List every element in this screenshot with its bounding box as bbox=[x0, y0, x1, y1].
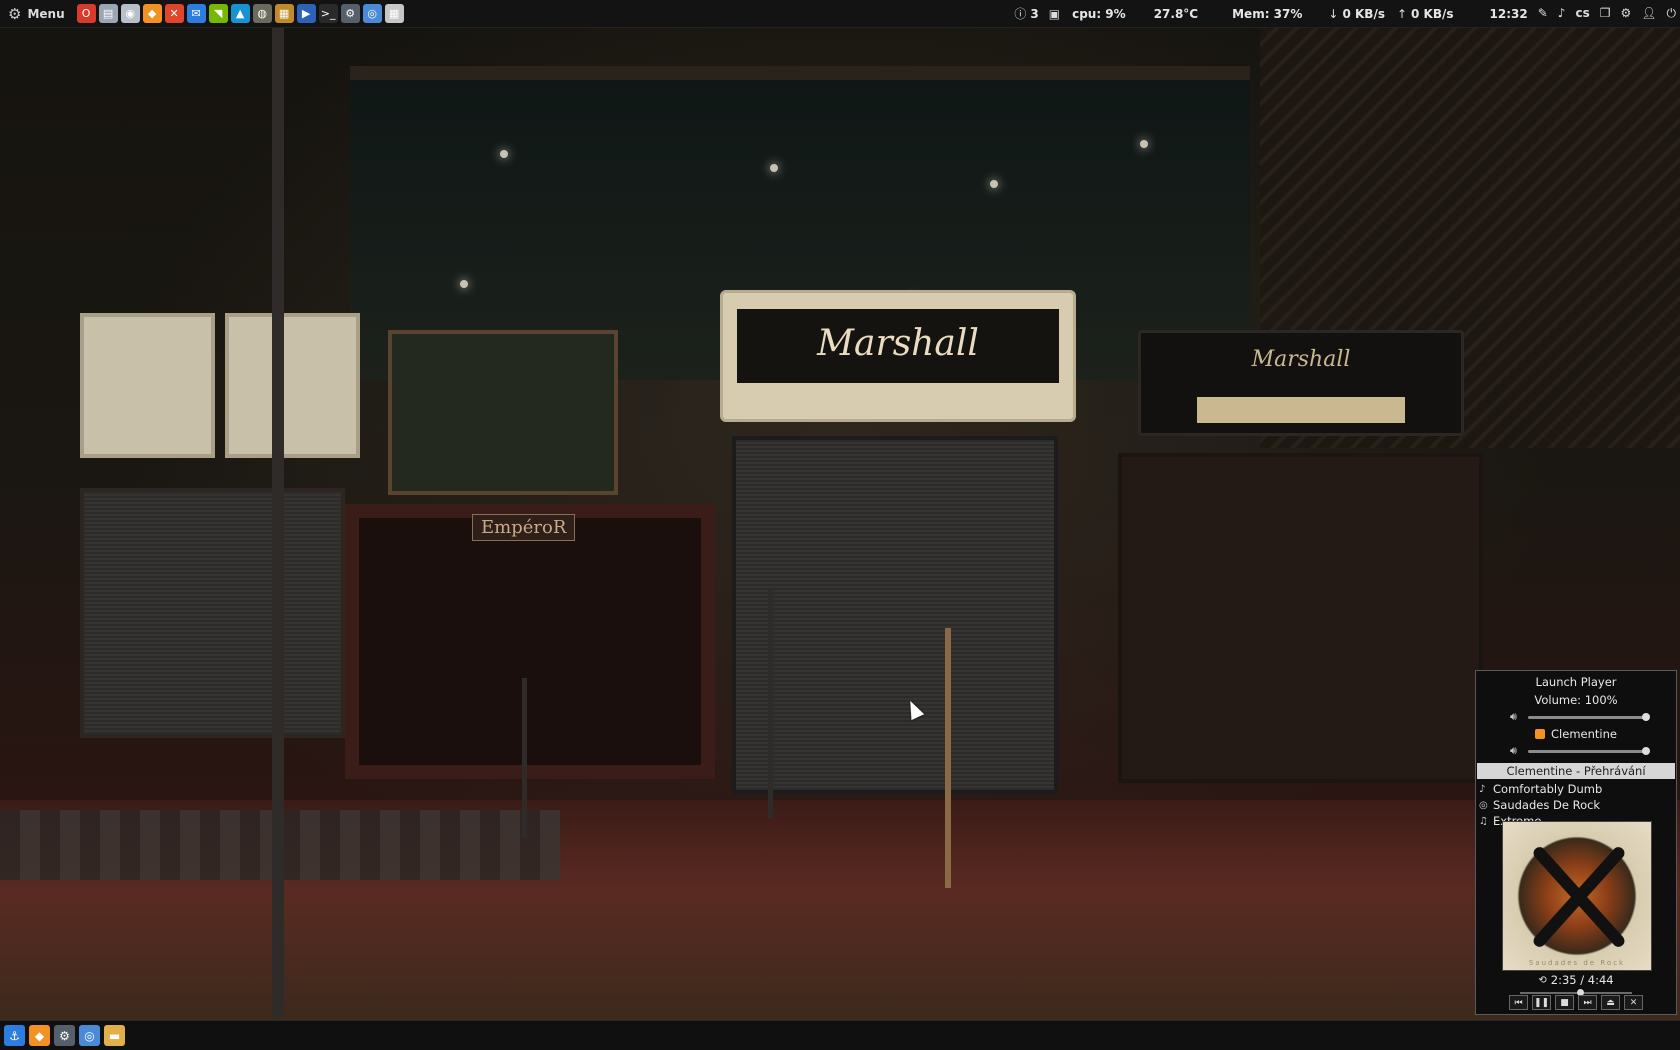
temperature-monitor: 27.8°C bbox=[1153, 6, 1199, 21]
disc-icon: ◎ bbox=[1479, 799, 1488, 811]
time-row: ⟲ 2:35 / 4:44 bbox=[1476, 973, 1676, 987]
track-title: Comfortably Dumb bbox=[1493, 782, 1603, 796]
folder-icon[interactable]: ▬ bbox=[104, 1025, 125, 1046]
pause-button[interactable]: ❚❚ bbox=[1532, 995, 1551, 1010]
close-button[interactable]: ✕ bbox=[1624, 995, 1643, 1010]
ccleaner-icon[interactable]: ✕ bbox=[164, 4, 184, 23]
clock[interactable]: 12:32 bbox=[1490, 7, 1528, 21]
small-amp bbox=[225, 313, 360, 458]
file-manager-icon[interactable]: ▤ bbox=[98, 4, 118, 23]
network-up: ↑ 0 KB/s bbox=[1396, 6, 1454, 21]
settings-icon[interactable]: ⚙ bbox=[340, 4, 360, 23]
eject-button[interactable]: ⏏ bbox=[1601, 995, 1620, 1010]
master-volume-slider[interactable]: 🔊︎ bbox=[1476, 709, 1676, 725]
clipboard-icon: ▣ bbox=[1048, 6, 1061, 21]
media-icon[interactable]: ▦ bbox=[274, 4, 294, 23]
green-amp bbox=[388, 330, 618, 495]
track-title-row: ♪ Comfortably Dumb bbox=[1476, 781, 1676, 797]
playback-time: 2:35 / 4:44 bbox=[1550, 973, 1614, 987]
launcher-bar: O ▤ ◉ ◆ ✕ ✉ ◥ ▲ ◍ ▦ ▶ >_ ⚙ ◎ ▦ bbox=[76, 4, 404, 23]
gear-icon: ⚙ bbox=[8, 4, 22, 23]
user-icon[interactable]: 👤︎ bbox=[1641, 6, 1656, 21]
now-playing-header: Clementine - Přehrávání bbox=[1477, 763, 1675, 779]
marshall-cabinet bbox=[1118, 453, 1483, 783]
playback-controls: ⏮ ❚❚ ■ ⏭ ⏏ ✕ bbox=[1476, 995, 1676, 1010]
nvidia-icon[interactable]: ◥ bbox=[208, 4, 228, 23]
speaker-icon: 🔊︎ bbox=[1510, 710, 1517, 723]
gear-icon[interactable]: ⚙ bbox=[1621, 6, 1632, 21]
next-button[interactable]: ⏭ bbox=[1578, 995, 1597, 1010]
arch-icon[interactable]: ▲ bbox=[230, 4, 250, 23]
marshall-head-cream: Marshall bbox=[720, 290, 1076, 422]
tray-icons: ✎ ♪ cs ❐ ⚙ 👤︎ ⏻ bbox=[1538, 6, 1676, 21]
anchor-icon[interactable]: ⚓ bbox=[4, 1025, 25, 1046]
clementine-icon[interactable]: ◆ bbox=[142, 4, 162, 23]
pidgin-icon[interactable]: ◉ bbox=[120, 4, 140, 23]
clementine-icon bbox=[1535, 729, 1546, 739]
repeat-icon: ⟲ bbox=[1538, 974, 1547, 986]
network-down: ↓ 0 KB/s bbox=[1328, 6, 1385, 21]
menu-label: Menu bbox=[27, 6, 65, 21]
marshall-logo: Marshall bbox=[817, 323, 979, 364]
notifications[interactable]: ⓘ 3 ▣ bbox=[1014, 5, 1060, 22]
stop-button[interactable]: ■ bbox=[1555, 995, 1574, 1010]
volume-knob[interactable] bbox=[1642, 712, 1650, 721]
mic-stand bbox=[272, 28, 284, 1018]
pen-icon[interactable]: ✎ bbox=[1538, 6, 1548, 21]
seek-bar[interactable] bbox=[1520, 989, 1632, 996]
chat-icon[interactable]: ✉ bbox=[186, 4, 206, 23]
previous-button[interactable]: ⏮ bbox=[1509, 995, 1528, 1010]
mic-stand bbox=[768, 588, 773, 818]
speaker-icon: 🔊︎ bbox=[1510, 744, 1517, 757]
launch-player-button[interactable]: Launch Player bbox=[1476, 673, 1676, 691]
album-cover-caption: Saudades de Rock bbox=[1528, 959, 1626, 967]
volume-label: Volume: 100% bbox=[1534, 693, 1618, 707]
power-icon[interactable]: ⏻ bbox=[1667, 6, 1677, 21]
terminal-icon[interactable]: >_ bbox=[318, 4, 338, 23]
mic-stand bbox=[522, 678, 527, 838]
ampeg-cabinet bbox=[732, 436, 1058, 794]
artist-icon: ♫ bbox=[1479, 815, 1488, 827]
system-tray: ⓘ 3 ▣ cpu: 9% 27.8°C Mem: 37% ↓ 0 KB/s ↑… bbox=[1014, 5, 1527, 22]
cpu-monitor: cpu: 9% bbox=[1072, 6, 1126, 21]
memory-monitor: Mem: 37% bbox=[1232, 6, 1303, 21]
chromium-icon[interactable]: ◎ bbox=[79, 1025, 100, 1046]
app-volume-slider[interactable]: 🔊︎ bbox=[1476, 743, 1676, 759]
album-row: ◎ Saudades De Rock bbox=[1476, 797, 1676, 813]
bottom-panel: ⚓ ◆ ⚙ ◎ ▬ bbox=[0, 1020, 1680, 1050]
amp-cabinet bbox=[80, 488, 345, 738]
menu-button[interactable]: ⚙ Menu bbox=[4, 5, 73, 23]
info-icon: ⓘ bbox=[1014, 7, 1027, 21]
windows-icon[interactable]: ❐ bbox=[1600, 6, 1611, 21]
album-cover: Saudades de Rock bbox=[1502, 821, 1652, 971]
chromium-icon[interactable]: ◎ bbox=[362, 4, 382, 23]
calculator-icon[interactable]: ▦ bbox=[384, 4, 404, 23]
top-panel: ⚙ Menu O ▤ ◉ ◆ ✕ ✉ ◥ ▲ ◍ ▦ ▶ >_ ⚙ ◎ ▦ ⓘ 3 ▣ cpu: 9% 27… bbox=[0, 0, 1680, 28]
arrow-up-icon: ↑ bbox=[1396, 6, 1408, 21]
emperor-logo: EmpéroR bbox=[472, 514, 576, 541]
gimp-icon[interactable]: ◍ bbox=[252, 4, 272, 23]
notifications-count: 3 bbox=[1030, 6, 1039, 21]
desktop-wallpaper: EmpéroR Marshall Marshall bbox=[0, 28, 1680, 1020]
marshall-head-black: Marshall bbox=[1138, 330, 1464, 436]
marshall-logo: Marshall bbox=[1251, 347, 1351, 372]
music-note-icon: ♪ bbox=[1479, 783, 1486, 795]
clementine-icon[interactable]: ◆ bbox=[29, 1025, 50, 1046]
video-player-icon[interactable]: ▶ bbox=[296, 4, 316, 23]
media-player-widget: Launch Player Volume: 100% 🔊︎ Clementine… bbox=[1475, 670, 1677, 1015]
music-note-icon[interactable]: ♪ bbox=[1558, 6, 1566, 21]
volume-knob[interactable] bbox=[1642, 746, 1650, 755]
system-monitor-icon[interactable]: ⚙ bbox=[54, 1025, 75, 1046]
arrow-down-icon: ↓ bbox=[1328, 6, 1339, 21]
small-amp bbox=[80, 313, 215, 458]
mic-stand bbox=[945, 628, 951, 888]
emperor-cabinet bbox=[345, 504, 715, 779]
player-app-name: Clementine bbox=[1476, 725, 1676, 743]
opera-icon[interactable]: O bbox=[76, 4, 96, 23]
album-name: Saudades De Rock bbox=[1493, 798, 1601, 812]
keyboard-layout[interactable]: cs bbox=[1575, 6, 1589, 21]
